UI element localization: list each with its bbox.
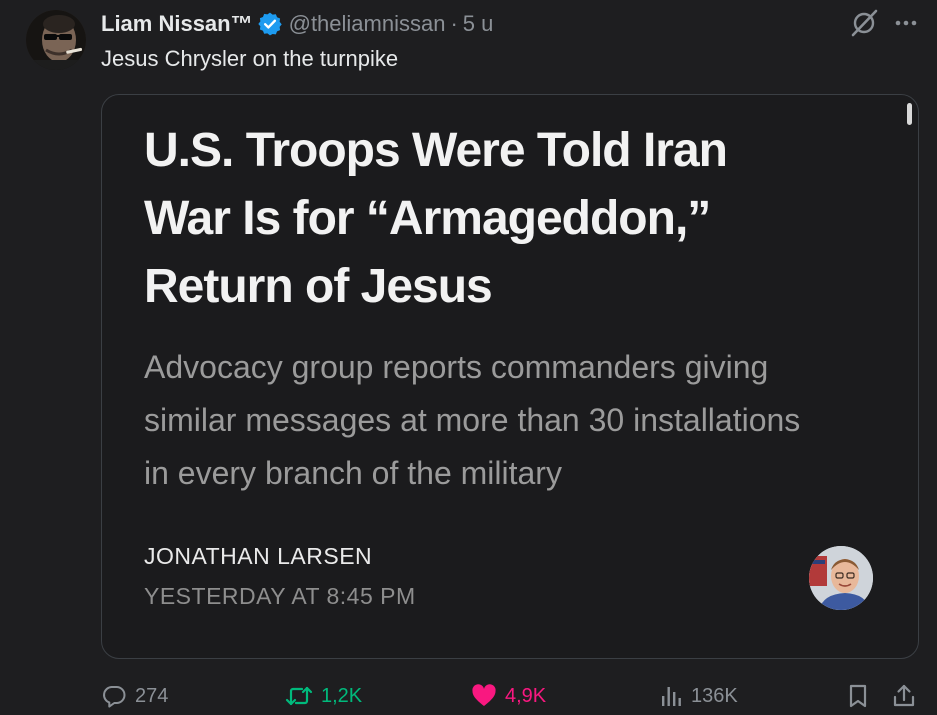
article-headline: U.S. Troops Were Told Iran War Is for “A… <box>144 117 884 321</box>
repost-button[interactable]: 1,2K <box>285 678 362 714</box>
headline-line: War Is for “Armageddon,” <box>144 192 711 245</box>
grok-icon[interactable] <box>849 8 879 38</box>
author-avatar[interactable] <box>26 10 86 70</box>
scrollbar[interactable] <box>907 103 912 125</box>
reply-button[interactable]: 274 <box>101 678 168 714</box>
views-button[interactable]: 136K <box>659 678 738 714</box>
tweet-header: Liam Nissan™ @theliamnissan · 5 u <box>101 9 493 39</box>
like-count: 4,9K <box>505 684 547 707</box>
tweet-text: Jesus Chrysler on the turnpike <box>101 46 399 71</box>
article-subhead: Advocacy group reports commanders giving… <box>144 341 884 500</box>
bookmark-icon <box>849 684 867 708</box>
subhead-line: in every branch of the military <box>144 455 562 491</box>
reply-count: 274 <box>135 684 169 707</box>
subhead-line: similar messages at more than 30 install… <box>144 402 801 438</box>
article-author-photo <box>809 546 873 610</box>
heart-icon <box>472 684 496 706</box>
repost-icon <box>285 686 313 706</box>
views-count: 136K <box>691 684 738 707</box>
subhead-line: Advocacy group reports commanders giving <box>144 349 769 385</box>
avatar-image <box>26 10 86 70</box>
top-right-actions <box>849 8 919 38</box>
share-icon <box>893 684 915 707</box>
media-image[interactable]: U.S. Troops Were Told Iran War Is for “A… <box>101 94 919 659</box>
reply-icon <box>103 686 126 708</box>
verified-badge-icon[interactable] <box>257 11 283 37</box>
author-display-name[interactable]: Liam Nissan™ <box>101 11 253 37</box>
more-options-icon[interactable] <box>893 10 919 36</box>
headline-line: U.S. Troops Were Told Iran <box>144 124 728 177</box>
tweet-timestamp[interactable]: 5 u <box>463 11 494 37</box>
repost-count: 1,2K <box>321 684 363 707</box>
headline-line: Return of Jesus <box>144 260 493 313</box>
separator-dot: · <box>450 11 458 36</box>
article-byline: JONATHAN LARSEN <box>144 543 373 569</box>
views-icon <box>662 687 681 706</box>
bookmark-button[interactable] <box>846 678 870 714</box>
article-dateline: YESTERDAY AT 8:45 PM <box>144 583 416 609</box>
author-handle[interactable]: @theliamnissan <box>289 11 446 37</box>
like-button[interactable]: 4,9K <box>471 678 546 714</box>
share-button[interactable] <box>891 678 917 714</box>
tweet-action-bar: 274 1,2K 4,9K 136K <box>101 678 919 714</box>
